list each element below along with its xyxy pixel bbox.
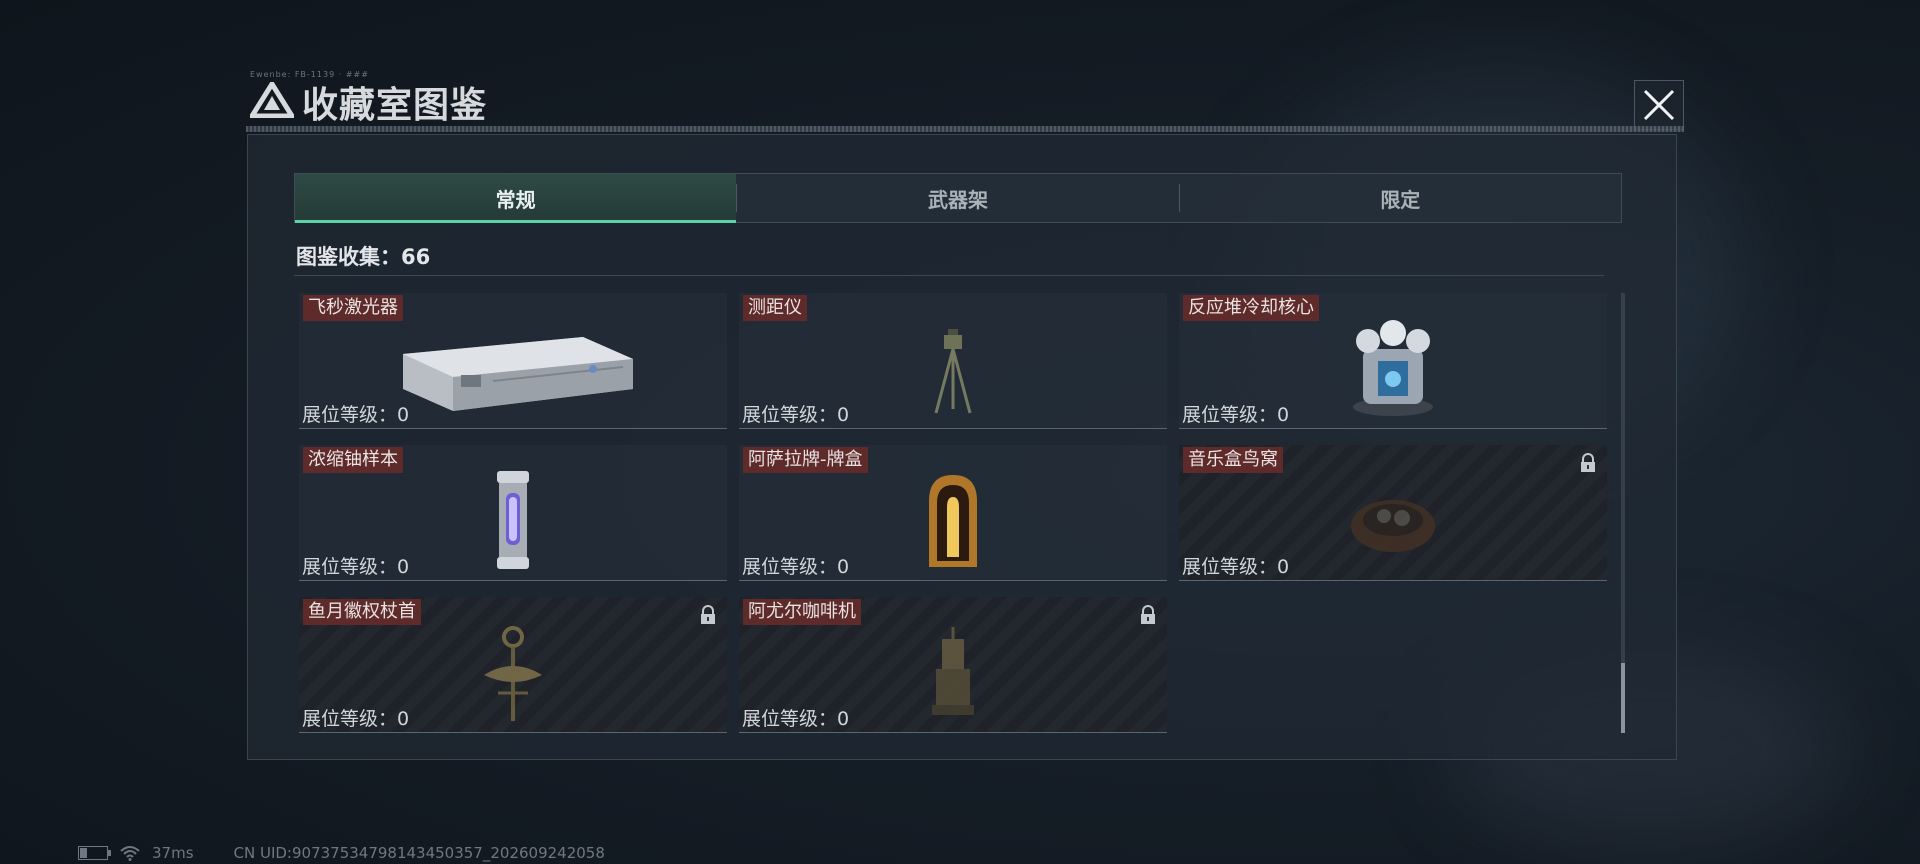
scepter-head-icon [484, 626, 542, 722]
item-card-femtosecond-laser[interactable]: 飞秒激光器 展位等级：0 [299, 293, 727, 429]
card-underline [299, 428, 727, 429]
card-underline [299, 580, 727, 581]
close-icon [1643, 89, 1675, 121]
item-level: 展位等级：0 [302, 404, 410, 426]
window-header: Ewenbe: FB-1139 · ### 收藏室图鉴 [246, 68, 1684, 132]
scrollbar[interactable] [1621, 293, 1625, 733]
reactor-core-icon [1353, 320, 1433, 417]
tab-label: 武器架 [927, 187, 988, 212]
tab-regular[interactable]: 常规 [295, 174, 737, 223]
lock-icon [701, 605, 715, 624]
header-divider [246, 126, 1684, 132]
item-card-fish-moon-scepter-head[interactable]: 鱼月徽权杖首 展位等级：0 [299, 597, 727, 733]
close-button[interactable] [1634, 80, 1684, 130]
item-card-enriched-uranium-sample[interactable]: 浓缩铀样本 展位等级：0 [299, 445, 727, 581]
item-name: 阿萨拉牌-牌盒 [743, 447, 868, 473]
item-card-asala-card-box[interactable]: 阿萨拉牌-牌盒 展位等级：0 [739, 445, 1167, 581]
item-name: 浓缩铀样本 [303, 447, 403, 473]
item-level: 展位等级：0 [302, 556, 410, 578]
item-level: 展位等级：0 [1182, 556, 1290, 578]
item-card-music-box-bird-nest[interactable]: 音乐盒鸟窝 展位等级：0 [1179, 445, 1607, 581]
item-card-rangefinder[interactable]: 测距仪 展位等级：0 [739, 293, 1167, 429]
scrollbar-thumb[interactable] [1621, 663, 1625, 733]
item-name: 飞秒激光器 [303, 295, 403, 321]
item-level: 展位等级：0 [742, 404, 850, 426]
page-title: 收藏室图鉴 [302, 85, 488, 126]
card-underline [739, 428, 1167, 429]
tab-limited[interactable]: 限定 [1180, 174, 1621, 222]
card-underline [1179, 428, 1607, 429]
tab-label: 限定 [1380, 187, 1421, 212]
card-underline [739, 580, 1167, 581]
item-card-ayur-coffee-machine[interactable]: 阿尤尔咖啡机 展位等级：0 [739, 597, 1167, 733]
item-level: 展位等级：0 [742, 556, 850, 578]
item-level: 展位等级：0 [1182, 404, 1290, 426]
tab-weapon-rack[interactable]: 武器架 [737, 174, 1178, 222]
item-name: 音乐盒鸟窝 [1183, 447, 1283, 473]
item-name: 阿尤尔咖啡机 [743, 599, 861, 625]
item-level: 展位等级：0 [302, 708, 410, 730]
item-name: 鱼月徽权杖首 [303, 599, 421, 625]
ping-value: 37ms [152, 844, 194, 862]
lock-icon [1581, 453, 1595, 472]
battery-icon [78, 846, 111, 860]
coffee-machine-icon [932, 627, 974, 716]
collection-panel: 常规 武器架 限定 图鉴收集：66 飞秒激光器 展位等级：0 测距仪 展位等级：… [247, 134, 1677, 760]
card-underline [739, 732, 1167, 733]
item-level: 展位等级：0 [742, 708, 850, 730]
item-name: 测距仪 [743, 295, 807, 321]
card-underline [1179, 580, 1607, 581]
card-underline [299, 732, 727, 733]
status-bar: 37ms CN UID:90737534798143450357_2026092… [78, 844, 605, 862]
item-name: 反应堆冷却核心 [1183, 295, 1319, 321]
triangle-logo-icon [250, 82, 294, 118]
bird-nest-icon [1351, 500, 1435, 553]
uranium-canister-icon [497, 471, 529, 570]
card-box-icon [929, 475, 977, 568]
tab-bar: 常规 武器架 限定 [294, 173, 1622, 223]
lock-icon [1141, 605, 1155, 624]
wifi-icon [120, 846, 140, 861]
divider [294, 275, 1604, 276]
collection-count: 图鉴收集：66 [296, 245, 431, 269]
user-uid: CN UID:90737534798143450357_202609242058 [233, 844, 605, 862]
tab-label: 常规 [495, 187, 536, 212]
item-card-reactor-cooling-core[interactable]: 反应堆冷却核心 展位等级：0 [1179, 293, 1607, 429]
laser-device-icon [403, 337, 633, 412]
rangefinder-tripod-icon [934, 328, 972, 414]
